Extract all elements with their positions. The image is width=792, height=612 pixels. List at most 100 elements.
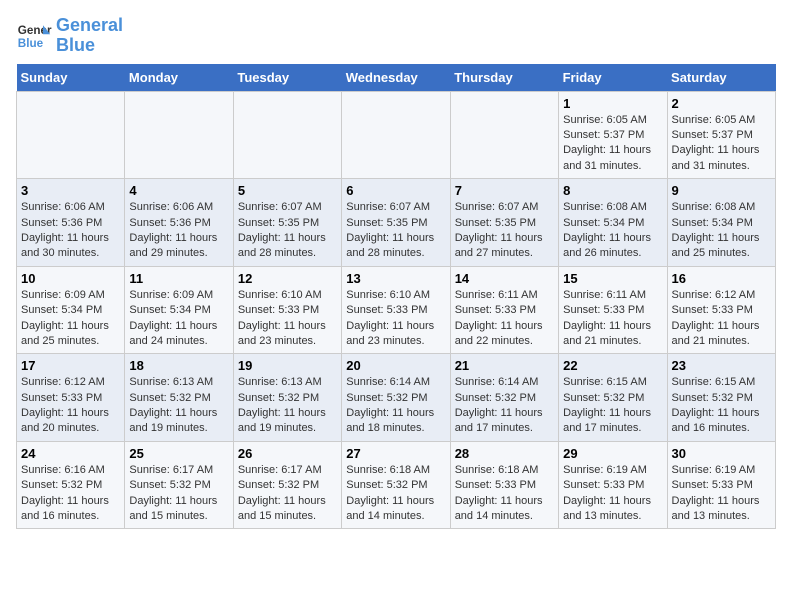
calendar-cell: 14 Sunrise: 6:11 AM Sunset: 5:33 PM Dayli… xyxy=(450,266,558,354)
week-row-3: 10 Sunrise: 6:09 AM Sunset: 5:34 PM Dayli… xyxy=(17,266,776,354)
calendar-cell: 29 Sunrise: 6:19 AM Sunset: 5:33 PM Dayli… xyxy=(559,441,667,529)
calendar-cell: 2 Sunrise: 6:05 AM Sunset: 5:37 PM Daylig… xyxy=(667,91,775,179)
day-info: Sunrise: 6:10 AM Sunset: 5:33 PM Dayligh… xyxy=(238,288,337,350)
day-info: Sunrise: 6:11 AM Sunset: 5:33 PM Dayligh… xyxy=(455,288,554,350)
header: General Blue General Blue xyxy=(16,16,776,56)
day-info: Sunrise: 6:15 AM Sunset: 5:32 PM Dayligh… xyxy=(563,375,662,437)
day-info: Sunrise: 6:13 AM Sunset: 5:32 PM Dayligh… xyxy=(238,375,337,437)
day-number: 16 xyxy=(672,271,771,286)
day-info: Sunrise: 6:08 AM Sunset: 5:34 PM Dayligh… xyxy=(563,200,662,262)
column-header-tuesday: Tuesday xyxy=(233,64,341,92)
day-number: 11 xyxy=(129,271,228,286)
day-number: 4 xyxy=(129,183,228,198)
day-number: 17 xyxy=(21,358,120,373)
day-info: Sunrise: 6:07 AM Sunset: 5:35 PM Dayligh… xyxy=(346,200,445,262)
day-number: 15 xyxy=(563,271,662,286)
calendar-cell xyxy=(233,91,341,179)
column-header-monday: Monday xyxy=(125,64,233,92)
week-row-5: 24Sunrise: 6:16 AM Sunset: 5:32 PM Dayli… xyxy=(17,441,776,529)
day-number: 25 xyxy=(129,446,228,461)
day-number: 2 xyxy=(672,96,771,111)
calendar-cell xyxy=(342,91,450,179)
calendar-cell: 18 Sunrise: 6:13 AM Sunset: 5:32 PM Dayli… xyxy=(125,354,233,442)
day-number: 9 xyxy=(672,183,771,198)
calendar-cell: 23 Sunrise: 6:15 AM Sunset: 5:32 PM Dayli… xyxy=(667,354,775,442)
day-number: 22 xyxy=(563,358,662,373)
logo-line1: General xyxy=(56,16,123,36)
day-number: 14 xyxy=(455,271,554,286)
day-info: Sunrise: 6:12 AM Sunset: 5:33 PM Dayligh… xyxy=(21,375,120,437)
day-number: 18 xyxy=(129,358,228,373)
day-info: Sunrise: 6:10 AM Sunset: 5:33 PM Dayligh… xyxy=(346,288,445,350)
calendar-cell: 11 Sunrise: 6:09 AM Sunset: 5:34 PM Dayli… xyxy=(125,266,233,354)
calendar-cell: 7 Sunrise: 6:07 AM Sunset: 5:35 PM Daylig… xyxy=(450,179,558,267)
column-header-wednesday: Wednesday xyxy=(342,64,450,92)
day-number: 1 xyxy=(563,96,662,111)
day-number: 28 xyxy=(455,446,554,461)
logo: General Blue General Blue xyxy=(16,16,123,56)
day-number: 10 xyxy=(21,271,120,286)
day-number: 27 xyxy=(346,446,445,461)
day-number: 19 xyxy=(238,358,337,373)
calendar-cell: 17 Sunrise: 6:12 AM Sunset: 5:33 PM Dayli… xyxy=(17,354,125,442)
day-number: 20 xyxy=(346,358,445,373)
day-number: 29 xyxy=(563,446,662,461)
calendar-cell: 12Sunrise: 6:10 AM Sunset: 5:33 PM Dayli… xyxy=(233,266,341,354)
calendar-cell: 20 Sunrise: 6:14 AM Sunset: 5:32 PM Dayli… xyxy=(342,354,450,442)
calendar-cell: 24Sunrise: 6:16 AM Sunset: 5:32 PM Dayli… xyxy=(17,441,125,529)
day-info: Sunrise: 6:14 AM Sunset: 5:32 PM Dayligh… xyxy=(455,375,554,437)
calendar-cell: 10 Sunrise: 6:09 AM Sunset: 5:34 PM Dayli… xyxy=(17,266,125,354)
day-info: Sunrise: 6:19 AM Sunset: 5:33 PM Dayligh… xyxy=(672,463,771,525)
day-info: Sunrise: 6:19 AM Sunset: 5:33 PM Dayligh… xyxy=(563,463,662,525)
day-info: Sunrise: 6:18 AM Sunset: 5:32 PM Dayligh… xyxy=(346,463,445,525)
calendar-cell: 15Sunrise: 6:11 AM Sunset: 5:33 PM Dayli… xyxy=(559,266,667,354)
calendar-cell: 8Sunrise: 6:08 AM Sunset: 5:34 PM Daylig… xyxy=(559,179,667,267)
day-info: Sunrise: 6:14 AM Sunset: 5:32 PM Dayligh… xyxy=(346,375,445,437)
day-number: 3 xyxy=(21,183,120,198)
day-info: Sunrise: 6:09 AM Sunset: 5:34 PM Dayligh… xyxy=(129,288,228,350)
calendar-cell: 16 Sunrise: 6:12 AM Sunset: 5:33 PM Dayli… xyxy=(667,266,775,354)
column-header-thursday: Thursday xyxy=(450,64,558,92)
day-number: 21 xyxy=(455,358,554,373)
day-info: Sunrise: 6:08 AM Sunset: 5:34 PM Dayligh… xyxy=(672,200,771,262)
day-number: 30 xyxy=(672,446,771,461)
day-number: 13 xyxy=(346,271,445,286)
calendar-cell: 27 Sunrise: 6:18 AM Sunset: 5:32 PM Dayli… xyxy=(342,441,450,529)
calendar-cell: 13 Sunrise: 6:10 AM Sunset: 5:33 PM Dayli… xyxy=(342,266,450,354)
column-header-sunday: Sunday xyxy=(17,64,125,92)
calendar-cell: 6 Sunrise: 6:07 AM Sunset: 5:35 PM Daylig… xyxy=(342,179,450,267)
day-info: Sunrise: 6:17 AM Sunset: 5:32 PM Dayligh… xyxy=(129,463,228,525)
day-info: Sunrise: 6:07 AM Sunset: 5:35 PM Dayligh… xyxy=(455,200,554,262)
day-info: Sunrise: 6:12 AM Sunset: 5:33 PM Dayligh… xyxy=(672,288,771,350)
day-info: Sunrise: 6:05 AM Sunset: 5:37 PM Dayligh… xyxy=(672,113,771,175)
calendar-cell: 30 Sunrise: 6:19 AM Sunset: 5:33 PM Dayli… xyxy=(667,441,775,529)
calendar-cell: 19 Sunrise: 6:13 AM Sunset: 5:32 PM Dayli… xyxy=(233,354,341,442)
day-info: Sunrise: 6:13 AM Sunset: 5:32 PM Dayligh… xyxy=(129,375,228,437)
calendar-table: SundayMondayTuesdayWednesdayThursdayFrid… xyxy=(16,64,776,530)
day-info: Sunrise: 6:09 AM Sunset: 5:34 PM Dayligh… xyxy=(21,288,120,350)
calendar-cell: 1 Sunrise: 6:05 AM Sunset: 5:37 PM Daylig… xyxy=(559,91,667,179)
calendar-cell xyxy=(450,91,558,179)
week-row-4: 17 Sunrise: 6:12 AM Sunset: 5:33 PM Dayli… xyxy=(17,354,776,442)
day-info: Sunrise: 6:05 AM Sunset: 5:37 PM Dayligh… xyxy=(563,113,662,175)
day-number: 7 xyxy=(455,183,554,198)
calendar-cell: 26Sunrise: 6:17 AM Sunset: 5:32 PM Dayli… xyxy=(233,441,341,529)
calendar-cell: 28 Sunrise: 6:18 AM Sunset: 5:33 PM Dayli… xyxy=(450,441,558,529)
calendar-cell: 21 Sunrise: 6:14 AM Sunset: 5:32 PM Dayli… xyxy=(450,354,558,442)
logo-line2: Blue xyxy=(56,36,123,56)
day-info: Sunrise: 6:16 AM Sunset: 5:32 PM Dayligh… xyxy=(21,463,120,525)
column-header-saturday: Saturday xyxy=(667,64,775,92)
svg-text:Blue: Blue xyxy=(18,37,44,50)
week-row-1: 1 Sunrise: 6:05 AM Sunset: 5:37 PM Daylig… xyxy=(17,91,776,179)
day-info: Sunrise: 6:18 AM Sunset: 5:33 PM Dayligh… xyxy=(455,463,554,525)
day-info: Sunrise: 6:15 AM Sunset: 5:32 PM Dayligh… xyxy=(672,375,771,437)
day-info: Sunrise: 6:07 AM Sunset: 5:35 PM Dayligh… xyxy=(238,200,337,262)
calendar-cell xyxy=(125,91,233,179)
calendar-cell: 22 Sunrise: 6:15 AM Sunset: 5:32 PM Dayli… xyxy=(559,354,667,442)
day-number: 23 xyxy=(672,358,771,373)
day-number: 6 xyxy=(346,183,445,198)
calendar-cell: 25 Sunrise: 6:17 AM Sunset: 5:32 PM Dayli… xyxy=(125,441,233,529)
calendar-cell xyxy=(17,91,125,179)
day-info: Sunrise: 6:06 AM Sunset: 5:36 PM Dayligh… xyxy=(129,200,228,262)
column-header-friday: Friday xyxy=(559,64,667,92)
